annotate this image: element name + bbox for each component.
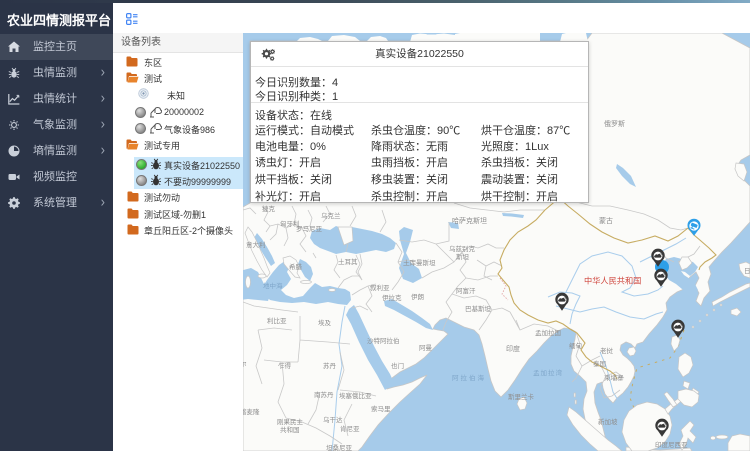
svg-text:蒙古: 蒙古 [599,216,613,225]
svg-text:希腊: 希腊 [289,262,303,271]
svg-text:斯里兰卡: 斯里兰卡 [508,392,535,401]
svg-text:孟加拉国: 孟加拉国 [535,328,561,337]
svg-text:利比亚: 利比亚 [267,316,287,325]
svg-text:老挝: 老挝 [600,346,614,355]
svg-text:伊朗: 伊朗 [411,292,424,301]
svg-text:乍得: 乍得 [278,361,292,370]
svg-text:索马里: 索马里 [371,404,391,413]
svg-text:阿曼: 阿曼 [419,343,433,352]
svg-text:土库曼斯坦: 土库曼斯坦 [403,258,436,267]
svg-text:埃及: 埃及 [318,318,332,327]
svg-text:巴基斯坦: 巴基斯坦 [465,304,492,313]
svg-text:日: 日 [744,267,750,275]
svg-text:斯坦: 斯坦 [456,252,470,261]
svg-text:印度: 印度 [506,344,520,353]
svg-text:哈萨克斯坦: 哈萨克斯坦 [452,216,487,225]
svg-text:乌克兰: 乌克兰 [321,211,341,220]
svg-text:阿富汗: 阿富汗 [456,286,476,295]
svg-text:乌干达: 乌干达 [323,415,343,424]
svg-text:沙特阿拉伯: 沙特阿拉伯 [367,336,400,345]
svg-text:也门: 也门 [391,361,404,370]
svg-text:刚果民主: 刚果民主 [277,417,304,426]
svg-text:喀麦隆: 喀麦隆 [243,407,260,416]
svg-text:柬埔寨: 柬埔寨 [604,373,624,382]
svg-text:苏丹: 苏丹 [323,361,337,370]
svg-text:伊拉克: 伊拉克 [382,293,402,302]
svg-text:捷克: 捷克 [262,204,276,213]
svg-text:新加坡: 新加坡 [598,417,618,426]
svg-text:中华人民共和国: 中华人民共和国 [584,276,641,286]
svg-text:南苏丹: 南苏丹 [314,390,334,399]
svg-text:坦桑尼亚: 坦桑尼亚 [326,443,353,451]
svg-text:俄罗斯: 俄罗斯 [604,119,625,128]
svg-text:阿拉伯海: 阿拉伯海 [452,373,486,382]
svg-text:共和国: 共和国 [280,425,300,434]
svg-text:乌兹别克: 乌兹别克 [449,244,476,253]
svg-text:肯尼亚: 肯尼亚 [340,424,360,433]
svg-text:尔: 尔 [243,359,247,368]
svg-text:叙利亚: 叙利亚 [370,283,390,292]
svg-text:印度尼西亚: 印度尼西亚 [655,440,688,449]
svg-text:地中海: 地中海 [263,281,283,290]
svg-text:孟加拉湾: 孟加拉湾 [533,368,563,377]
svg-text:泰国: 泰国 [593,359,606,368]
svg-text:埃塞俄比亚: 埃塞俄比亚 [339,391,372,400]
svg-text:意大利: 意大利 [246,240,266,249]
svg-text:土耳其: 土耳其 [338,257,358,266]
svg-text:缅甸: 缅甸 [569,341,582,350]
svg-text:罗马尼亚: 罗马尼亚 [296,225,323,233]
